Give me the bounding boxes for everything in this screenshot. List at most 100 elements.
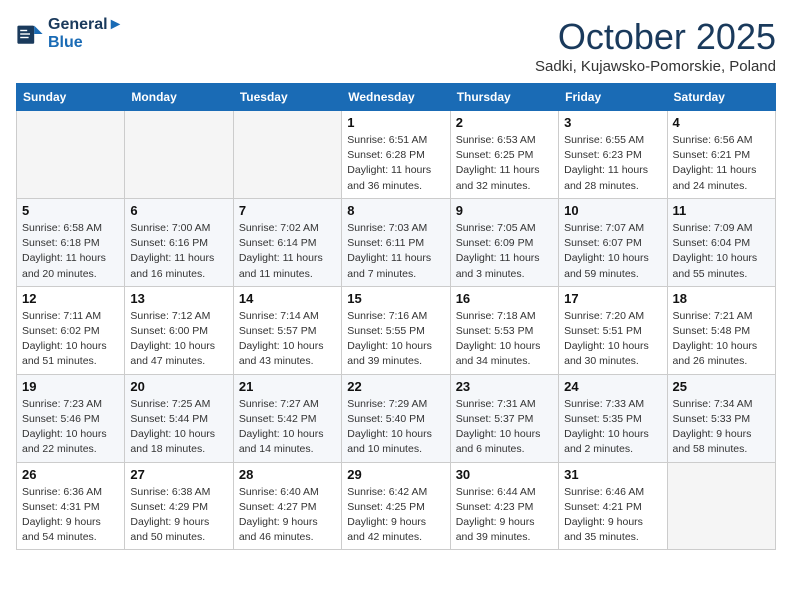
sunrise-text: Sunrise: 7:00 AM <box>130 221 227 236</box>
day-cell: 23Sunrise: 7:31 AMSunset: 5:37 PMDayligh… <box>450 374 558 462</box>
day-number: 12 <box>22 291 119 306</box>
day-number: 31 <box>564 467 661 482</box>
sunset-text: Sunset: 6:28 PM <box>347 148 444 163</box>
calendar-container: General► Blue October 2025 Sadki, Kujaws… <box>0 0 792 560</box>
day-info: Sunrise: 7:23 AMSunset: 5:46 PMDaylight:… <box>22 397 119 458</box>
daylight-text: Daylight: 10 hours and 18 minutes. <box>130 427 227 457</box>
logo-text: General► Blue <box>48 16 123 53</box>
sunrise-text: Sunrise: 7:18 AM <box>456 309 553 324</box>
logo-icon <box>16 20 44 48</box>
day-cell: 15 Sunrise: 7:16 AMSunset: 5:55 PMDayligh… <box>342 286 450 374</box>
day-cell: 13Sunrise: 7:12 AMSunset: 6:00 PMDayligh… <box>125 286 233 374</box>
day-info: Sunrise: 7:02 AMSunset: 6:14 PMDaylight:… <box>239 221 336 282</box>
day-number: 1 <box>347 115 444 130</box>
sunrise-text: Sunrise: 7:34 AM <box>673 397 770 412</box>
sunset-text: Sunset: 5:42 PM <box>239 412 336 427</box>
daylight-text: Daylight: 11 hours and 36 minutes. <box>347 163 444 193</box>
sunset-text: Sunset: 6:09 PM <box>456 236 553 251</box>
daylight-text: Daylight: 11 hours and 7 minutes. <box>347 251 444 281</box>
day-number: 30 <box>456 467 553 482</box>
sunset-text: Sunset: 4:25 PM <box>347 500 444 515</box>
sunset-text: Sunset: 5:51 PM <box>564 324 661 339</box>
daylight-text: Daylight: 10 hours and 51 minutes. <box>22 339 119 369</box>
sunrise-text: Sunrise: 6:44 AM <box>456 485 553 500</box>
sunrise-text: Sunrise: 7:29 AM <box>347 397 444 412</box>
sunset-text: Sunset: 6:07 PM <box>564 236 661 251</box>
sunrise-text: Sunrise: 7:33 AM <box>564 397 661 412</box>
day-number: 6 <box>130 203 227 218</box>
sunset-text: Sunset: 5:35 PM <box>564 412 661 427</box>
daylight-text: Daylight: 11 hours and 3 minutes. <box>456 251 553 281</box>
day-cell: 31 Sunrise: 6:46 AMSunset: 4:21 PMDayligh… <box>559 462 667 550</box>
daylight-text: Daylight: 9 hours and 54 minutes. <box>22 515 119 545</box>
weekday-header-thursday: Thursday <box>450 84 558 111</box>
sunrise-text: Sunrise: 7:25 AM <box>130 397 227 412</box>
daylight-text: Daylight: 10 hours and 14 minutes. <box>239 427 336 457</box>
day-number: 26 <box>22 467 119 482</box>
day-cell: 14Sunrise: 7:14 AMSunset: 5:57 PMDayligh… <box>233 286 341 374</box>
sunrise-text: Sunrise: 7:12 AM <box>130 309 227 324</box>
day-cell: 21 Sunrise: 7:27 AMSunset: 5:42 PMDayligh… <box>233 374 341 462</box>
day-cell: 8Sunrise: 7:03 AMSunset: 6:11 PMDaylight… <box>342 198 450 286</box>
day-info: Sunrise: 7:29 AMSunset: 5:40 PMDaylight:… <box>347 397 444 458</box>
daylight-text: Daylight: 10 hours and 34 minutes. <box>456 339 553 369</box>
day-info: Sunrise: 6:36 AMSunset: 4:31 PMDaylight:… <box>22 485 119 546</box>
day-cell: 7 Sunrise: 7:02 AMSunset: 6:14 PMDaylight… <box>233 198 341 286</box>
day-info: Sunrise: 7:21 AMSunset: 5:48 PMDaylight:… <box>673 309 770 370</box>
day-cell: 10Sunrise: 7:07 AMSunset: 6:07 PMDayligh… <box>559 198 667 286</box>
day-cell <box>667 462 775 550</box>
sunrise-text: Sunrise: 7:11 AM <box>22 309 119 324</box>
day-number: 27 <box>130 467 227 482</box>
day-number: 28 <box>239 467 336 482</box>
sunset-text: Sunset: 4:21 PM <box>564 500 661 515</box>
daylight-text: Daylight: 10 hours and 6 minutes. <box>456 427 553 457</box>
day-number: 21 <box>239 379 336 394</box>
day-number: 20 <box>130 379 227 394</box>
daylight-text: Daylight: 10 hours and 43 minutes. <box>239 339 336 369</box>
weekday-header-friday: Friday <box>559 84 667 111</box>
day-info: Sunrise: 6:46 AMSunset: 4:21 PMDaylight:… <box>564 485 661 546</box>
day-info: Sunrise: 6:44 AMSunset: 4:23 PMDaylight:… <box>456 485 553 546</box>
daylight-text: Daylight: 9 hours and 58 minutes. <box>673 427 770 457</box>
day-number: 5 <box>22 203 119 218</box>
day-cell: 29Sunrise: 6:42 AMSunset: 4:25 PMDayligh… <box>342 462 450 550</box>
week-row-5: 26 Sunrise: 6:36 AMSunset: 4:31 PMDayligh… <box>17 462 776 550</box>
sunset-text: Sunset: 4:29 PM <box>130 500 227 515</box>
day-cell: 18Sunrise: 7:21 AMSunset: 5:48 PMDayligh… <box>667 286 775 374</box>
day-info: Sunrise: 7:12 AMSunset: 6:00 PMDaylight:… <box>130 309 227 370</box>
sunset-text: Sunset: 5:40 PM <box>347 412 444 427</box>
day-cell: 25 Sunrise: 7:34 AMSunset: 5:33 PMDayligh… <box>667 374 775 462</box>
day-number: 11 <box>673 203 770 218</box>
sunrise-text: Sunrise: 6:46 AM <box>564 485 661 500</box>
sunrise-text: Sunrise: 6:40 AM <box>239 485 336 500</box>
day-info: Sunrise: 6:38 AMSunset: 4:29 PMDaylight:… <box>130 485 227 546</box>
day-cell: 9Sunrise: 7:05 AMSunset: 6:09 PMDaylight… <box>450 198 558 286</box>
day-info: Sunrise: 7:16 AMSunset: 5:55 PMDaylight:… <box>347 309 444 370</box>
sunrise-text: Sunrise: 7:02 AM <box>239 221 336 236</box>
sunrise-text: Sunrise: 7:07 AM <box>564 221 661 236</box>
weekday-header-wednesday: Wednesday <box>342 84 450 111</box>
day-number: 7 <box>239 203 336 218</box>
day-cell: 24Sunrise: 7:33 AMSunset: 5:35 PMDayligh… <box>559 374 667 462</box>
sunrise-text: Sunrise: 6:56 AM <box>673 133 770 148</box>
day-info: Sunrise: 7:20 AMSunset: 5:51 PMDaylight:… <box>564 309 661 370</box>
day-number: 25 <box>673 379 770 394</box>
sunset-text: Sunset: 5:33 PM <box>673 412 770 427</box>
week-row-1: 1 Sunrise: 6:51 AMSunset: 6:28 PMDaylight… <box>17 111 776 199</box>
weekday-header-monday: Monday <box>125 84 233 111</box>
day-number: 17 <box>564 291 661 306</box>
day-info: Sunrise: 7:05 AMSunset: 6:09 PMDaylight:… <box>456 221 553 282</box>
daylight-text: Daylight: 9 hours and 46 minutes. <box>239 515 336 545</box>
day-number: 15 <box>347 291 444 306</box>
day-number: 2 <box>456 115 553 130</box>
sunrise-text: Sunrise: 7:09 AM <box>673 221 770 236</box>
daylight-text: Daylight: 10 hours and 30 minutes. <box>564 339 661 369</box>
daylight-text: Daylight: 9 hours and 39 minutes. <box>456 515 553 545</box>
day-cell: 3Sunrise: 6:55 AMSunset: 6:23 PMDaylight… <box>559 111 667 199</box>
week-row-3: 12Sunrise: 7:11 AMSunset: 6:02 PMDayligh… <box>17 286 776 374</box>
sunrise-text: Sunrise: 6:58 AM <box>22 221 119 236</box>
day-info: Sunrise: 7:27 AMSunset: 5:42 PMDaylight:… <box>239 397 336 458</box>
day-info: Sunrise: 6:51 AMSunset: 6:28 PMDaylight:… <box>347 133 444 194</box>
weekday-header-row: SundayMondayTuesdayWednesdayThursdayFrid… <box>17 84 776 111</box>
title-block: October 2025 Sadki, Kujawsko-Pomorskie, … <box>535 16 776 75</box>
